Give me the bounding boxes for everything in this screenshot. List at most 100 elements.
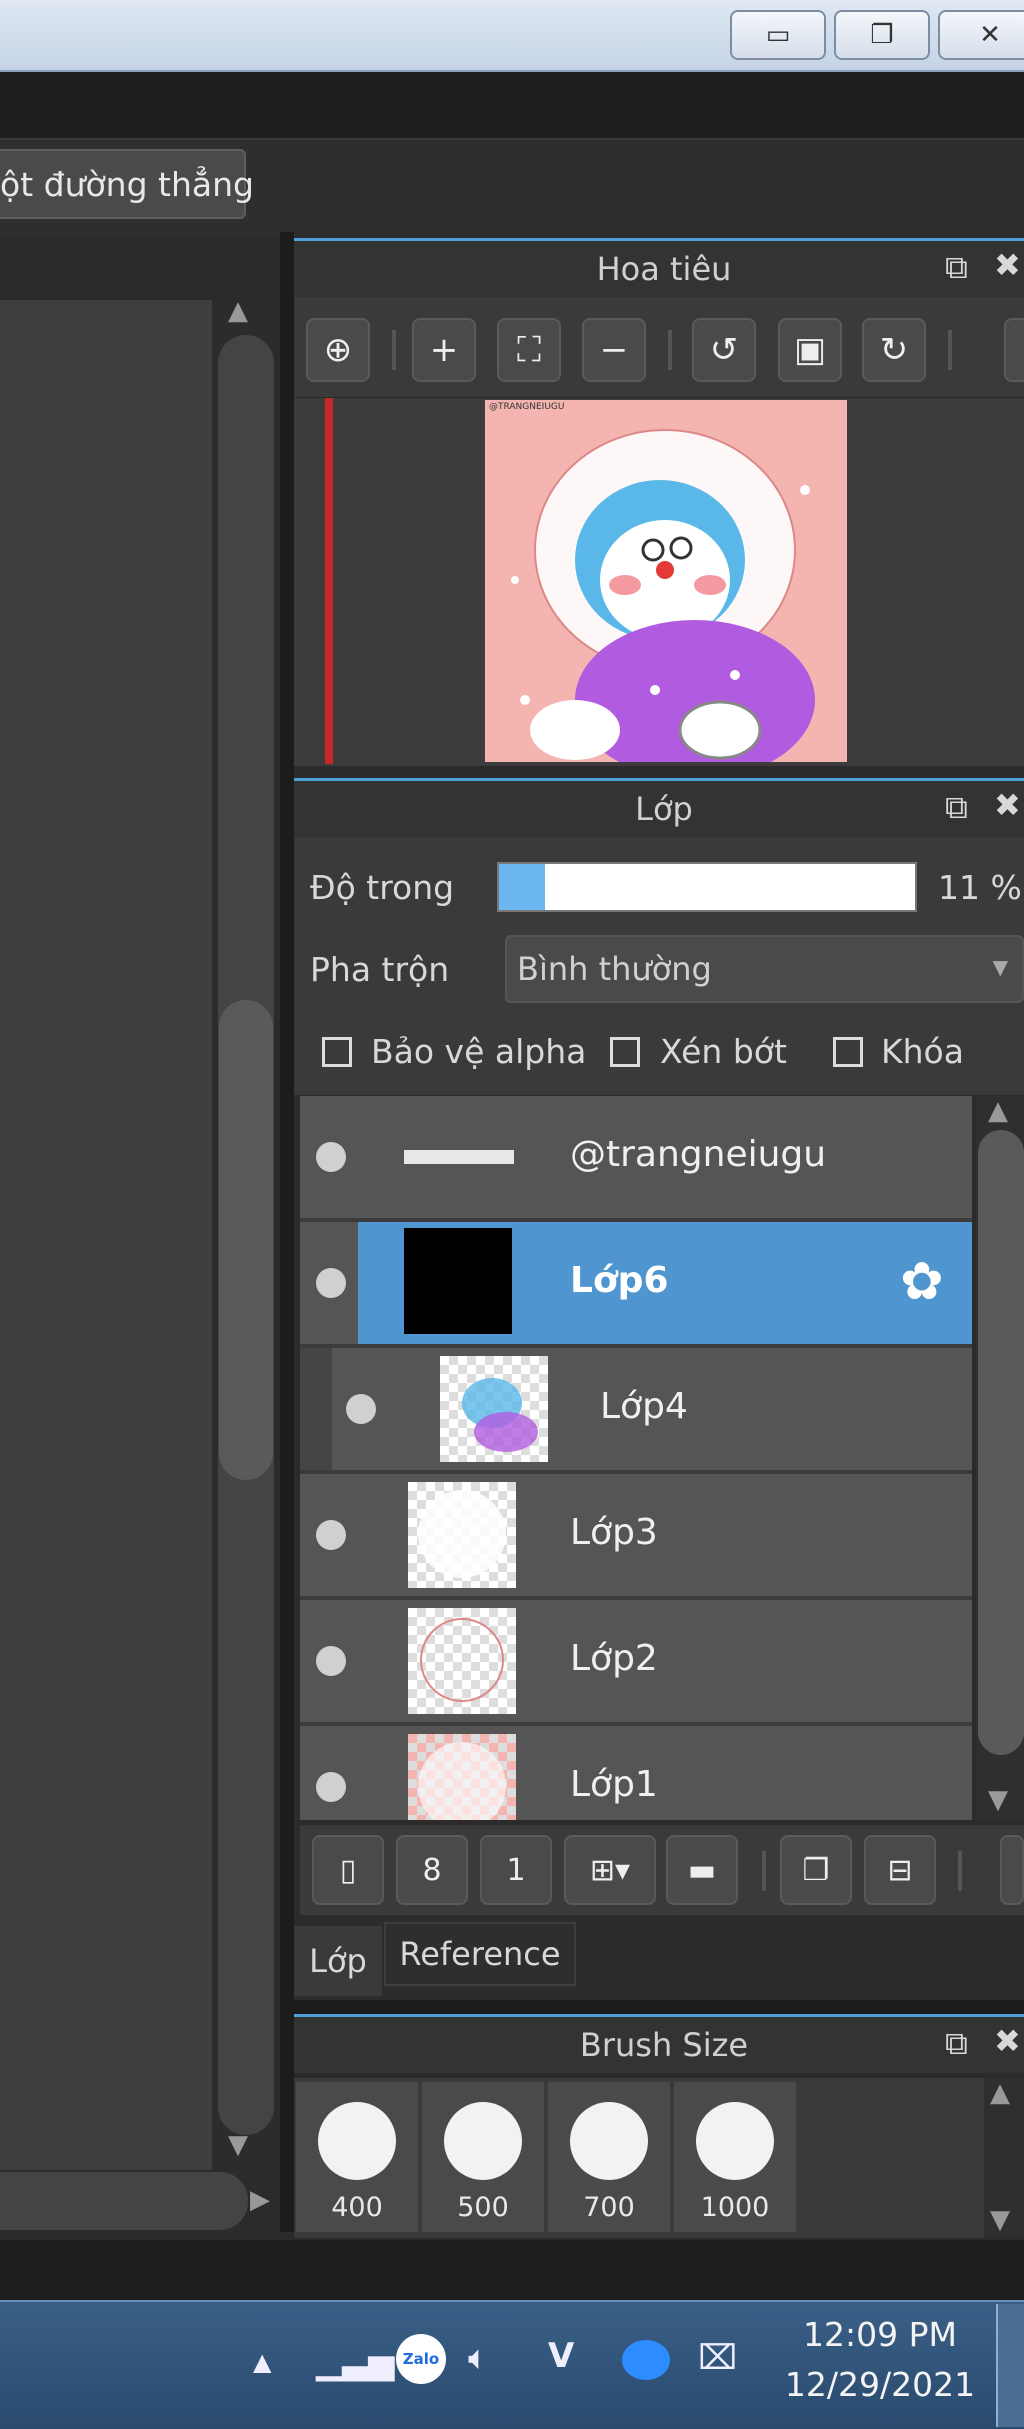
flip-button[interactable]: ▣ [778,318,842,382]
layers-title: Lớp [635,790,693,828]
brush-dot [696,2102,774,2180]
panel-close-icon[interactable]: ✖ [994,786,1021,824]
new-folder-button[interactable]: ▬ [666,1835,738,1905]
add-layer-icon: ⊞▾ [589,1852,631,1888]
layer-row[interactable]: Lớp3 [300,1474,972,1600]
panel-close-icon[interactable]: ✖ [994,246,1021,284]
protect-alpha-label: Bảo vệ alpha [371,1032,587,1071]
rotate-left-button[interactable]: ↺ [692,318,756,382]
protect-alpha-checkbox[interactable] [322,1037,352,1067]
layer-scroll-thumb[interactable] [978,1130,1024,1755]
blend-mode-select[interactable]: Bình thường ▼ [505,935,1024,1003]
artwork-signature: @TRANGNEIUGU [489,402,565,412]
canvas-scroll-thumb[interactable] [219,1000,273,1480]
visibility-icon[interactable] [316,1142,346,1172]
visibility-icon[interactable] [316,1646,346,1676]
show-desktop-button[interactable] [996,2304,1024,2427]
close-button[interactable]: ✕ [938,10,1024,60]
popout-icon[interactable]: ⧉ [945,788,968,827]
minimize-button[interactable]: ▭ [730,10,826,60]
separator [668,330,672,370]
scroll-up-arrow-icon[interactable]: ▲ [990,2078,1010,2108]
new-layer-button[interactable]: ▯ [312,1835,384,1905]
clipping-checkbox[interactable] [610,1037,640,1067]
blend-label: Pha trộn [310,950,450,989]
layer-8-icon: 8 [422,1852,442,1888]
tab-reference[interactable]: Reference [384,1922,576,1986]
opacity-slider[interactable] [497,862,917,912]
separator [392,330,396,370]
duplicate-layer-button[interactable]: ❐ [780,1835,852,1905]
brush-size-panel-header: Brush Size [294,2014,1024,2073]
brush-size-item[interactable]: 700 [548,2082,670,2232]
fit-button[interactable]: ⛶ [497,318,561,382]
layer-row[interactable]: Lớp2 [300,1600,972,1726]
layer-row[interactable]: @trangneiugu [300,1096,972,1222]
rotate-right-button[interactable]: ↻ [862,318,926,382]
status-bar [0,2240,1024,2300]
visibility-icon[interactable] [316,1520,346,1550]
brush-size-item[interactable]: 500 [422,2082,544,2232]
zoom-app-icon[interactable] [622,2340,670,2380]
layer-row[interactable]: Lớp6 ✿ [300,1222,972,1348]
zoom-out-button[interactable]: − [582,318,646,382]
merge-layer-button[interactable]: ⊟ [864,1835,936,1905]
panel-divider[interactable] [280,232,294,2232]
zoom-in-button[interactable]: + [412,318,476,382]
view-indicator [325,398,333,764]
scroll-down-arrow-icon[interactable]: ▼ [228,2130,248,2160]
scroll-down-arrow-icon[interactable]: ▼ [988,1785,1008,1815]
more-nav-button[interactable] [1004,318,1024,382]
volume-icon[interactable]: 🔈︎ [468,2338,488,2378]
gear-icon[interactable]: ✿ [900,1252,944,1312]
taskbar-clock[interactable]: 12:09 PM 12/29/2021 [780,2310,980,2410]
separator [948,330,952,370]
layer-thumbnail [404,1228,512,1334]
v-app-icon[interactable]: V [548,2336,574,2376]
popout-icon[interactable]: ⧉ [945,248,968,287]
scroll-right-arrow-icon[interactable]: ▶ [250,2185,270,2215]
visibility-icon[interactable] [316,1268,346,1298]
popout-icon[interactable]: ⧉ [945,2024,968,2063]
layer-thumbnail [408,1608,516,1714]
new-1bit-layer-button[interactable]: 1 [480,1835,552,1905]
layer-row[interactable]: Lớp1 [300,1726,972,1820]
panel-divider[interactable] [294,2000,1024,2014]
brush-size-item[interactable]: 400 [296,2082,418,2232]
lock-checkbox[interactable] [833,1037,863,1067]
zoom-in-icon: + [429,330,459,370]
minimize-icon: ▭ [765,20,791,50]
zalo-icon[interactable]: Zalo [396,2334,446,2384]
signal-icon[interactable]: ▁▃▅ [316,2342,394,2382]
more-layer-tools-button[interactable] [1000,1835,1024,1905]
zoom-reset-button[interactable]: ⊕ [306,318,370,382]
canvas-area[interactable] [0,300,212,2170]
scroll-down-arrow-icon[interactable]: ▼ [990,2205,1010,2235]
duplicate-icon: ❐ [802,1852,830,1888]
restore-button[interactable]: ❐ [834,10,930,60]
clock-time: 12:09 PM [803,2315,957,2354]
zoom-out-icon: − [599,330,629,370]
add-layer-menu-button[interactable]: ⊞▾ [564,1835,656,1905]
layer-row[interactable]: Lớp4 [300,1348,972,1474]
merge-icon: ⊟ [887,1852,913,1888]
layer-name: Lớp3 [570,1512,658,1553]
brush-size-item[interactable]: 1000 [674,2082,796,2232]
tab-layer[interactable]: Lớp [294,1926,382,1996]
scroll-up-arrow-icon[interactable]: ▲ [228,296,248,326]
layer-list: @trangneiugu Lớp6 ✿ Lớp4 Lớp3 Lớp2 Lớp1 [300,1096,972,1820]
opacity-value: 11 % [938,868,1022,907]
visibility-icon[interactable] [346,1394,376,1424]
canvas-horizontal-scrollbar[interactable] [0,2172,248,2230]
scroll-up-arrow-icon[interactable]: ▲ [988,1096,1008,1126]
visibility-icon[interactable] [316,1772,346,1802]
show-hidden-icons-icon[interactable]: ▲ [253,2348,271,2376]
panel-close-icon[interactable]: ✖ [994,2022,1021,2060]
clock-date: 12/29/2021 [784,2365,976,2404]
straight-line-button[interactable]: ột đường thẳng [0,149,254,219]
power-icon[interactable]: ⌧ [698,2338,737,2378]
new-8bit-layer-button[interactable]: 8 [396,1835,468,1905]
brush-size-label: 1000 [700,2192,770,2223]
rotate-right-icon: ↻ [879,330,909,370]
separator [958,1851,962,1891]
